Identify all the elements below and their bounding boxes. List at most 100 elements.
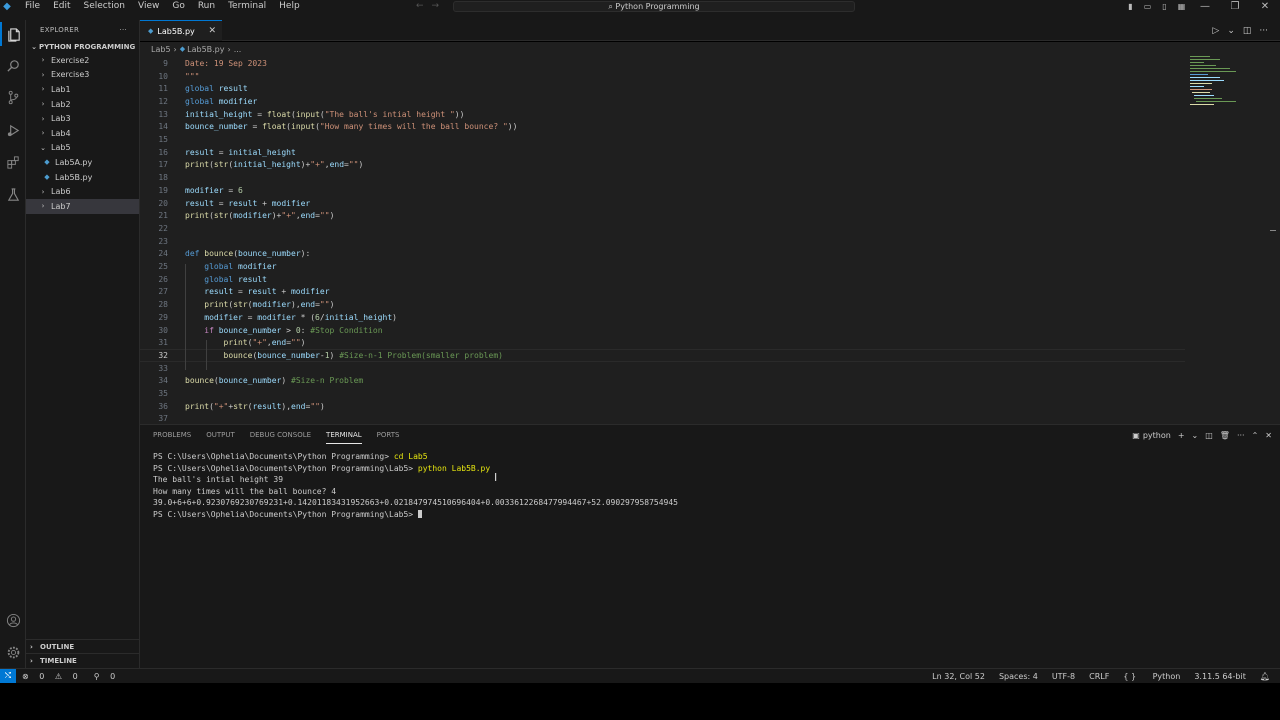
toggle-secondary-sidebar-icon[interactable]: ▯ [1156, 0, 1173, 13]
menu-terminal[interactable]: Terminal [223, 0, 274, 13]
panel-actions: ▣ python + ⌄ ◫ 🗑 ··· ⌃ ✕ [1125, 425, 1272, 445]
chevron-right-icon: › [41, 70, 45, 79]
indentation[interactable]: Spaces: 4 [999, 672, 1038, 681]
terminal-shell-label[interactable]: python [1143, 431, 1171, 440]
more-actions-icon[interactable]: ··· [119, 26, 127, 34]
line-ending[interactable]: CRLF [1089, 672, 1109, 681]
command-center[interactable]: ⌕ Python Programming [453, 1, 855, 12]
editor-scrollbar[interactable] [1270, 230, 1276, 231]
settings-gear-icon[interactable] [0, 640, 26, 664]
forward-arrow-icon[interactable]: → [432, 1, 448, 11]
menu-run[interactable]: Run [193, 0, 223, 13]
notifications-bell-icon[interactable]: 🔔︎ [1260, 672, 1270, 681]
terminal-cursor [417, 510, 422, 518]
encoding[interactable]: UTF-8 [1052, 672, 1075, 681]
line-number: 22 [158, 223, 168, 233]
tree-folder[interactable]: › Exercise2 [26, 53, 139, 68]
chevron-right-icon: › [41, 114, 45, 123]
breadcrumb-symbol[interactable]: ... [234, 45, 242, 54]
search-icon[interactable] [0, 53, 26, 77]
timeline-section[interactable]: › TIMELINE [26, 653, 139, 667]
menu-go[interactable]: Go [167, 0, 192, 13]
outline-section[interactable]: › OUTLINE [26, 639, 139, 653]
toggle-panel-icon[interactable]: ▭ [1139, 0, 1156, 13]
terminal-output[interactable]: PS C:\Users\Ophelia\Documents\Python Pro… [153, 452, 678, 521]
maximize-panel-icon[interactable]: ⌃ [1252, 431, 1259, 440]
tree-folder[interactable]: › Lab7 [26, 198, 139, 214]
panel-tab-output[interactable]: OUTPUT [206, 427, 235, 443]
code-text: bounce(bounce_number) #Size-n Problem [185, 376, 364, 386]
more-actions-icon[interactable]: ··· [1259, 26, 1268, 36]
run-dropdown-icon[interactable]: ⌄ [1227, 26, 1235, 36]
new-terminal-icon[interactable]: + [1178, 431, 1185, 440]
source-control-icon[interactable] [0, 85, 26, 109]
panel-tab-problems[interactable]: PROBLEMS [153, 427, 191, 443]
tree-folder[interactable]: › Lab1 [26, 82, 139, 97]
timeline-label: TIMELINE [40, 656, 77, 665]
close-tab-icon[interactable]: ✕ [208, 26, 216, 36]
extensions-icon[interactable] [0, 150, 26, 174]
command-center-label: Python Programming [615, 2, 700, 11]
cursor-position[interactable]: Ln 32, Col 52 [932, 672, 985, 681]
menu-help[interactable]: Help [274, 0, 308, 13]
panel-tab-ports[interactable]: PORTS [377, 427, 400, 443]
code-editor[interactable]: 9 Date: 19 Sep 2023 10 """ 11 global result 12… [140, 56, 1280, 424]
terminal-prompt: PS C:\Users\Ophelia\Documents\Python Pro… [153, 463, 418, 473]
explorer-icon[interactable] [0, 22, 26, 46]
tree-file[interactable]: ◆ Lab5A.py [26, 155, 139, 170]
back-arrow-icon[interactable]: ← [416, 1, 432, 11]
panel-tab-terminal[interactable]: TERMINAL [326, 427, 362, 444]
customize-layout-icon[interactable]: ▦ [1173, 0, 1190, 13]
trash-icon[interactable]: 🗑 [1220, 431, 1230, 440]
ports-indicator[interactable]: ⚲ 0 [94, 672, 124, 681]
panel-tab-debug-console[interactable]: DEBUG CONSOLE [250, 427, 311, 443]
minimize-button[interactable]: — [1190, 0, 1220, 13]
language-mode[interactable]: { } Python [1123, 672, 1180, 681]
close-panel-icon[interactable]: ✕ [1265, 431, 1272, 440]
problems-indicator[interactable]: ⊗ 0 ⚠ 0 [22, 672, 86, 681]
tree-folder[interactable]: ⌄ Lab5 [26, 141, 139, 156]
chevron-right-icon: › [41, 129, 45, 138]
menu-file[interactable]: File [20, 0, 48, 13]
tree-item-label: Lab1 [51, 84, 71, 94]
minimap[interactable] [1188, 56, 1252, 116]
restore-button[interactable]: ❐ [1220, 0, 1250, 13]
toggle-primary-sidebar-icon[interactable]: ▮ [1122, 0, 1139, 13]
line-number: 32 [158, 350, 168, 360]
menu-view[interactable]: View [133, 0, 167, 13]
close-window-button[interactable]: ✕ [1250, 0, 1280, 13]
project-root[interactable]: ⌄ PYTHON PROGRAMMING [26, 40, 139, 53]
code-line: 23 [140, 235, 1185, 248]
status-bar: ⤭ ⊗ 0 ⚠ 0 ⚲ 0 Ln 32, Col 52 Spaces: 4 UT… [0, 668, 1280, 683]
tree-folder[interactable]: › Lab2 [26, 97, 139, 112]
tree-folder[interactable]: › Lab6 [26, 184, 139, 199]
menu-selection[interactable]: Selection [79, 0, 133, 13]
split-terminal-icon[interactable]: ◫ [1205, 431, 1213, 440]
remote-indicator-icon[interactable]: ⤭ [0, 669, 16, 683]
chevron-down-icon[interactable]: ⌄ [1192, 431, 1199, 440]
tree-folder[interactable]: › Lab3 [26, 111, 139, 126]
split-editor-icon[interactable]: ◫ [1243, 26, 1252, 36]
breadcrumb-folder[interactable]: Lab5 [151, 45, 171, 54]
tab-lab5b[interactable]: ◆ Lab5B.py ✕ [140, 20, 222, 41]
python-interpreter[interactable]: 3.11.5 64-bit [1194, 672, 1246, 681]
nav-arrows[interactable]: ←→ [416, 0, 447, 13]
account-icon[interactable] [0, 608, 26, 632]
tree-folder[interactable]: › Exercise3 [26, 68, 139, 83]
code-text: bounce_number = float(input("How many ti… [185, 122, 518, 132]
line-number: 21 [158, 211, 168, 221]
tree-file[interactable]: ◆ Lab5B.py [26, 170, 139, 185]
code-line: 27 result = result + modifier [140, 286, 1185, 299]
breadcrumb-file[interactable]: Lab5B.py [187, 45, 224, 54]
code-line: 29 modifier = modifier * (6/initial_heig… [140, 311, 1185, 324]
menu-edit[interactable]: Edit [48, 0, 78, 13]
code-line: 35 [140, 387, 1185, 400]
chevron-right-icon: › [41, 100, 45, 109]
run-python-file-icon[interactable]: ▷ [1212, 26, 1219, 36]
more-actions-icon[interactable]: ··· [1237, 431, 1245, 440]
testing-icon[interactable] [0, 182, 26, 206]
tree-item-label: Lab3 [51, 114, 71, 124]
run-debug-icon[interactable] [0, 118, 26, 142]
tab-label: Lab5B.py [157, 26, 195, 36]
tree-folder[interactable]: › Lab4 [26, 126, 139, 141]
